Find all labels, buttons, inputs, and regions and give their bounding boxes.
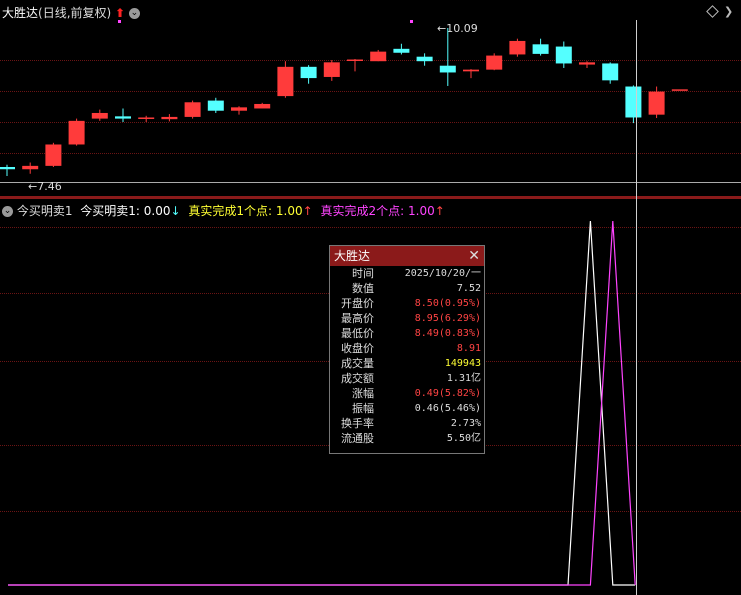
- candle-body: [184, 102, 201, 117]
- candle-body: [300, 66, 317, 79]
- tooltip-key: 开盘价: [341, 297, 374, 310]
- candle-body: [416, 56, 433, 62]
- candle-body: [486, 55, 503, 70]
- tooltip-row: 最高价 8.95(6.29%): [330, 311, 484, 326]
- tooltip-key: 换手率: [341, 417, 374, 430]
- tooltip-value: 0.46(5.46%): [414, 403, 481, 414]
- candle-body: [393, 48, 410, 53]
- candle-body: [0, 166, 15, 170]
- tooltip-value: 1.31亿: [446, 373, 481, 384]
- close-icon[interactable]: ✕: [468, 246, 480, 266]
- tooltip-key: 时间: [352, 267, 374, 280]
- tooltip-key: 收盘价: [341, 342, 374, 355]
- tooltip-value: 8.95(6.29%): [414, 313, 481, 324]
- price-panel[interactable]: 大胜达(日线,前复权) ⬆ ⌄ ❯ ←10.09 ←7.46: [0, 0, 741, 197]
- candle-body: [509, 40, 526, 55]
- tooltip-value: 8.91: [456, 343, 481, 354]
- candle-body: [231, 107, 247, 111]
- tooltip-key: 数值: [352, 282, 374, 295]
- candle-body: [347, 59, 363, 62]
- candlestick-chart: [0, 28, 688, 176]
- indicator-series-line: [8, 220, 636, 586]
- candle-body: [532, 44, 549, 54]
- candle-body: [463, 69, 479, 72]
- tooltip-key: 最高价: [341, 312, 374, 325]
- tooltip-value: 8.50(0.95%): [414, 298, 481, 309]
- tooltip-key: 成交量: [341, 357, 374, 370]
- tooltip-key: 振幅: [352, 402, 374, 415]
- tooltip-key: 成交额: [341, 372, 374, 385]
- candle-body: [254, 103, 271, 109]
- tooltip-row: 数值 7.52: [330, 281, 484, 296]
- tooltip-row: 涨幅 0.49(5.82%): [330, 386, 484, 401]
- candle-body: [115, 116, 131, 119]
- candle-body: [138, 117, 155, 119]
- candle-body: [323, 62, 340, 77]
- crosshair-vertical: [636, 20, 637, 595]
- candle-body: [648, 91, 665, 115]
- candle-body: [161, 116, 178, 120]
- candle-body: [91, 112, 108, 119]
- candle-body: [555, 46, 572, 64]
- tooltip-row: 时间 2025/10/20/一: [330, 266, 484, 281]
- candle-body: [625, 86, 642, 118]
- tooltip-row: 收盘价 8.91: [330, 341, 484, 356]
- candle-body: [45, 144, 62, 166]
- candle-body: [277, 66, 294, 97]
- tooltip-value: 8.49(0.83%): [414, 328, 481, 339]
- tooltip-value: 7.52: [456, 283, 481, 294]
- tooltip-value: 149943: [444, 358, 481, 369]
- tooltip-value: 5.50亿: [446, 433, 481, 444]
- tooltip-value: 2.73%: [450, 418, 481, 429]
- tooltip-row: 成交量 149943: [330, 356, 484, 371]
- tooltip-rows: 时间 2025/10/20/一数值 7.52 开盘价 8.50(0.95%) 最高价 8.9…: [330, 266, 484, 446]
- tooltip-key: 涨幅: [352, 387, 374, 400]
- tooltip-row: 流通股 5.50亿: [330, 431, 484, 446]
- candle-body: [68, 120, 85, 145]
- tooltip-header[interactable]: 大胜达 ✕: [330, 246, 484, 266]
- tooltip-key: 流通股: [341, 432, 374, 445]
- candle-body: [602, 63, 619, 81]
- data-tooltip[interactable]: 大胜达 ✕ 时间 2025/10/20/一数值 7.52 开盘价 8.50(0.95%)…: [329, 245, 485, 454]
- tooltip-value: 2025/10/20/一: [404, 268, 481, 279]
- candle-body: [671, 89, 688, 91]
- tooltip-key: 最低价: [341, 327, 374, 340]
- tooltip-row: 最低价 8.49(0.83%): [330, 326, 484, 341]
- tooltip-title: 大胜达: [334, 249, 371, 263]
- tooltip-value: 0.49(5.82%): [414, 388, 481, 399]
- candle-body: [22, 165, 39, 170]
- candle-body: [207, 100, 224, 111]
- tooltip-row: 成交额 1.31亿: [330, 371, 484, 386]
- indicator-series-line: [8, 220, 636, 586]
- candle-body: [370, 51, 387, 62]
- candle-body: [439, 65, 456, 73]
- candle-body: [579, 62, 595, 65]
- tooltip-row: 开盘价 8.50(0.95%): [330, 296, 484, 311]
- tooltip-row: 振幅 0.46(5.46%): [330, 401, 484, 416]
- tooltip-row: 换手率 2.73%: [330, 416, 484, 431]
